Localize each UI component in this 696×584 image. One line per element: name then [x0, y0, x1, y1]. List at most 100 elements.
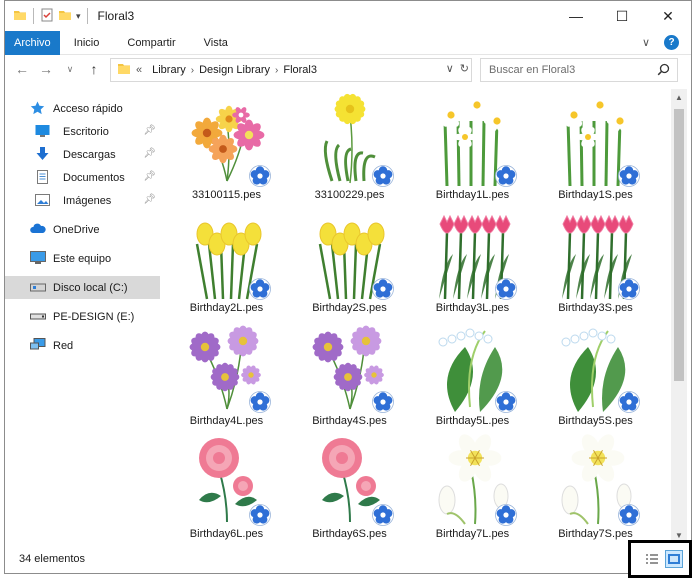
pin-icon[interactable]: 📌︎: [143, 194, 156, 205]
desktop-icon: [35, 124, 50, 138]
tab-inicio[interactable]: Inicio: [60, 31, 114, 55]
recent-locations-button[interactable]: ∨: [63, 64, 77, 75]
file-item[interactable]: Birthday3S.pes: [534, 202, 657, 315]
new-folder-icon[interactable]: [58, 8, 72, 25]
expand-ribbon-icon[interactable]: ∨: [642, 36, 650, 49]
details-view-icon[interactable]: [643, 550, 661, 568]
file-item[interactable]: Birthday5L.pes: [411, 315, 534, 428]
sidebar-item-disco-local[interactable]: Disco local (C:): [5, 276, 160, 299]
maximize-button[interactable]: ☐: [599, 1, 645, 31]
pin-icon[interactable]: 📌︎: [143, 148, 156, 159]
vertical-scrollbar[interactable]: ▲ ▼: [671, 89, 687, 543]
navigation-pane: Acceso rápido Escritorio 📌︎ Descargas 📌︎…: [5, 97, 160, 537]
pe-design-badge-icon: [249, 278, 271, 300]
pe-design-badge-icon: [495, 278, 517, 300]
pe-design-badge-icon: [372, 165, 394, 187]
file-item[interactable]: Birthday1S.pes: [534, 89, 657, 202]
pin-icon[interactable]: 📌︎: [143, 125, 156, 136]
file-item[interactable]: Birthday4L.pes: [165, 315, 288, 428]
file-name: Birthday5L.pes: [435, 415, 510, 427]
quick-access-toolbar: ▾: [13, 8, 90, 25]
scroll-up-arrow[interactable]: ▲: [671, 89, 687, 105]
usb-drive-icon: [30, 309, 46, 323]
sidebar-item-pe-design[interactable]: PE-DESIGN (E:): [5, 305, 160, 328]
file-name: Birthday3L.pes: [435, 302, 510, 314]
file-item[interactable]: Birthday4S.pes: [288, 315, 411, 428]
search-icon[interactable]: [657, 63, 670, 79]
file-list: 33100115.pes 33100229.pes Birthday1L.pes Bi…: [165, 89, 673, 541]
customize-toolbar-icon[interactable]: ▾: [76, 11, 81, 22]
tab-compartir[interactable]: Compartir: [113, 31, 189, 55]
file-item[interactable]: Birthday6S.pes: [288, 428, 411, 541]
file-name: Birthday4S.pes: [312, 415, 387, 427]
file-item[interactable]: 33100115.pes: [165, 89, 288, 202]
pe-design-badge-icon: [249, 504, 271, 526]
pe-design-badge-icon: [372, 391, 394, 413]
file-item[interactable]: Birthday6L.pes: [165, 428, 288, 541]
search-placeholder: Buscar en Floral3: [489, 64, 576, 76]
search-input[interactable]: Buscar en Floral3: [480, 58, 678, 82]
file-item[interactable]: Birthday5S.pes: [534, 315, 657, 428]
scrollbar-thumb[interactable]: [674, 109, 684, 381]
computer-icon: [30, 251, 46, 265]
sidebar-item-label: Descargas: [63, 148, 116, 161]
ribbon-tabs: Archivo Inicio Compartir Vista ∨ ?: [5, 30, 691, 55]
chevron-down-icon[interactable]: ∨: [446, 62, 454, 75]
file-name: Birthday2S.pes: [312, 302, 387, 314]
sidebar-item-documentos[interactable]: Documentos 📌︎: [5, 166, 160, 189]
status-bar: 34 elementos: [5, 547, 691, 571]
file-name: Birthday3S.pes: [558, 302, 633, 314]
sidebar-item-imagenes[interactable]: Imágenes 📌︎: [5, 189, 160, 212]
sidebar-item-descargas[interactable]: Descargas 📌︎: [5, 143, 160, 166]
file-name: 33100229.pes: [314, 189, 385, 201]
tab-archivo[interactable]: Archivo: [5, 30, 60, 55]
file-item[interactable]: 33100229.pes: [288, 89, 411, 202]
breadcrumb-design-library[interactable]: Design Library: [194, 64, 275, 76]
sidebar-item-label: Red: [53, 339, 74, 352]
sidebar-item-este-equipo[interactable]: Este equipo: [5, 247, 160, 270]
sidebar-item-red[interactable]: Red: [5, 334, 160, 357]
sidebar-item-escritorio[interactable]: Escritorio 📌︎: [5, 120, 160, 143]
file-name: Birthday7L.pes: [435, 528, 510, 540]
sidebar-item-label: Este equipo: [53, 252, 112, 265]
folder-icon: [117, 62, 131, 78]
minimize-button[interactable]: —: [553, 1, 599, 31]
sidebar-item-acceso-rapido[interactable]: Acceso rápido: [5, 97, 160, 120]
breadcrumb-overflow[interactable]: «: [131, 64, 147, 76]
forward-button[interactable]: →: [39, 61, 53, 77]
cloud-icon: [30, 222, 46, 236]
refresh-icon[interactable]: ↻: [460, 62, 469, 75]
help-icon[interactable]: ?: [664, 35, 679, 50]
file-item[interactable]: Birthday2S.pes: [288, 202, 411, 315]
pe-design-badge-icon: [495, 504, 517, 526]
pictures-icon: [35, 193, 50, 207]
pe-design-badge-icon: [372, 504, 394, 526]
file-name: 33100115.pes: [192, 189, 261, 201]
pin-icon[interactable]: 📌︎: [143, 171, 156, 182]
file-name: Birthday2L.pes: [189, 302, 264, 314]
file-item[interactable]: Birthday2L.pes: [165, 202, 288, 315]
sidebar-item-onedrive[interactable]: OneDrive: [5, 218, 160, 241]
file-name: Birthday1L.pes: [435, 189, 510, 201]
sidebar-item-label: OneDrive: [53, 223, 100, 236]
file-item[interactable]: Birthday3L.pes: [411, 202, 534, 315]
divider: [86, 8, 88, 24]
file-name: Birthday5S.pes: [558, 415, 633, 427]
file-item[interactable]: Birthday7S.pes: [534, 428, 657, 541]
document-icon: [35, 170, 50, 184]
large-icons-view-icon[interactable]: [665, 550, 683, 568]
file-item[interactable]: Birthday1L.pes: [411, 89, 534, 202]
close-button[interactable]: ✕: [645, 1, 691, 31]
pe-design-badge-icon: [495, 165, 517, 187]
properties-icon[interactable]: [40, 8, 54, 25]
back-button[interactable]: ←: [15, 61, 29, 77]
file-item[interactable]: Birthday7L.pes: [411, 428, 534, 541]
breadcrumb-floral3[interactable]: Floral3: [278, 64, 322, 76]
tab-vista[interactable]: Vista: [190, 31, 242, 55]
address-bar[interactable]: « Library › Design Library › Floral3 ∨ ↻: [110, 58, 472, 82]
file-name: Birthday1S.pes: [558, 189, 633, 201]
breadcrumb-library[interactable]: Library: [147, 64, 191, 76]
up-button[interactable]: ↑: [87, 61, 101, 77]
pe-design-badge-icon: [249, 391, 271, 413]
pe-design-badge-icon: [618, 504, 640, 526]
